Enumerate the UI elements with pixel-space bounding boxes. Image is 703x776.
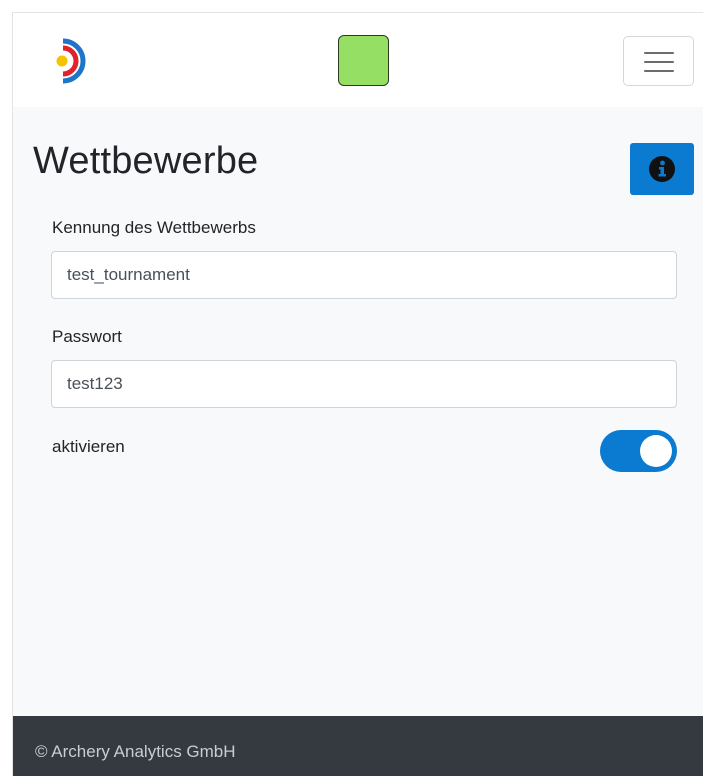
competition-id-label: Kennung des Wettbewerbs [52, 218, 256, 237]
competition-id-input[interactable] [51, 251, 677, 299]
footer-copyright: © Archery Analytics GmbH [35, 742, 236, 761]
app-frame: Wettbewerbe Kennung des Wettbewerbs Pass… [12, 12, 703, 776]
footer: © Archery Analytics GmbH [13, 716, 703, 776]
info-button[interactable] [630, 143, 694, 195]
password-input[interactable] [51, 360, 677, 408]
activate-toggle[interactable] [600, 430, 677, 472]
toggle-knob [640, 435, 672, 467]
hamburger-menu-icon-bar [644, 61, 674, 63]
status-indicator-button[interactable] [338, 35, 389, 86]
hamburger-menu-icon-bar [644, 70, 674, 72]
menu-toggle-button[interactable] [623, 36, 694, 86]
navbar [13, 13, 703, 107]
info-circle-icon [649, 156, 675, 182]
hamburger-menu-icon [644, 52, 674, 54]
password-label: Passwort [52, 327, 122, 346]
activate-label: aktivieren [52, 437, 125, 456]
page-title: Wettbewerbe [33, 140, 259, 182]
archery-target-logo-icon[interactable] [53, 37, 93, 85]
